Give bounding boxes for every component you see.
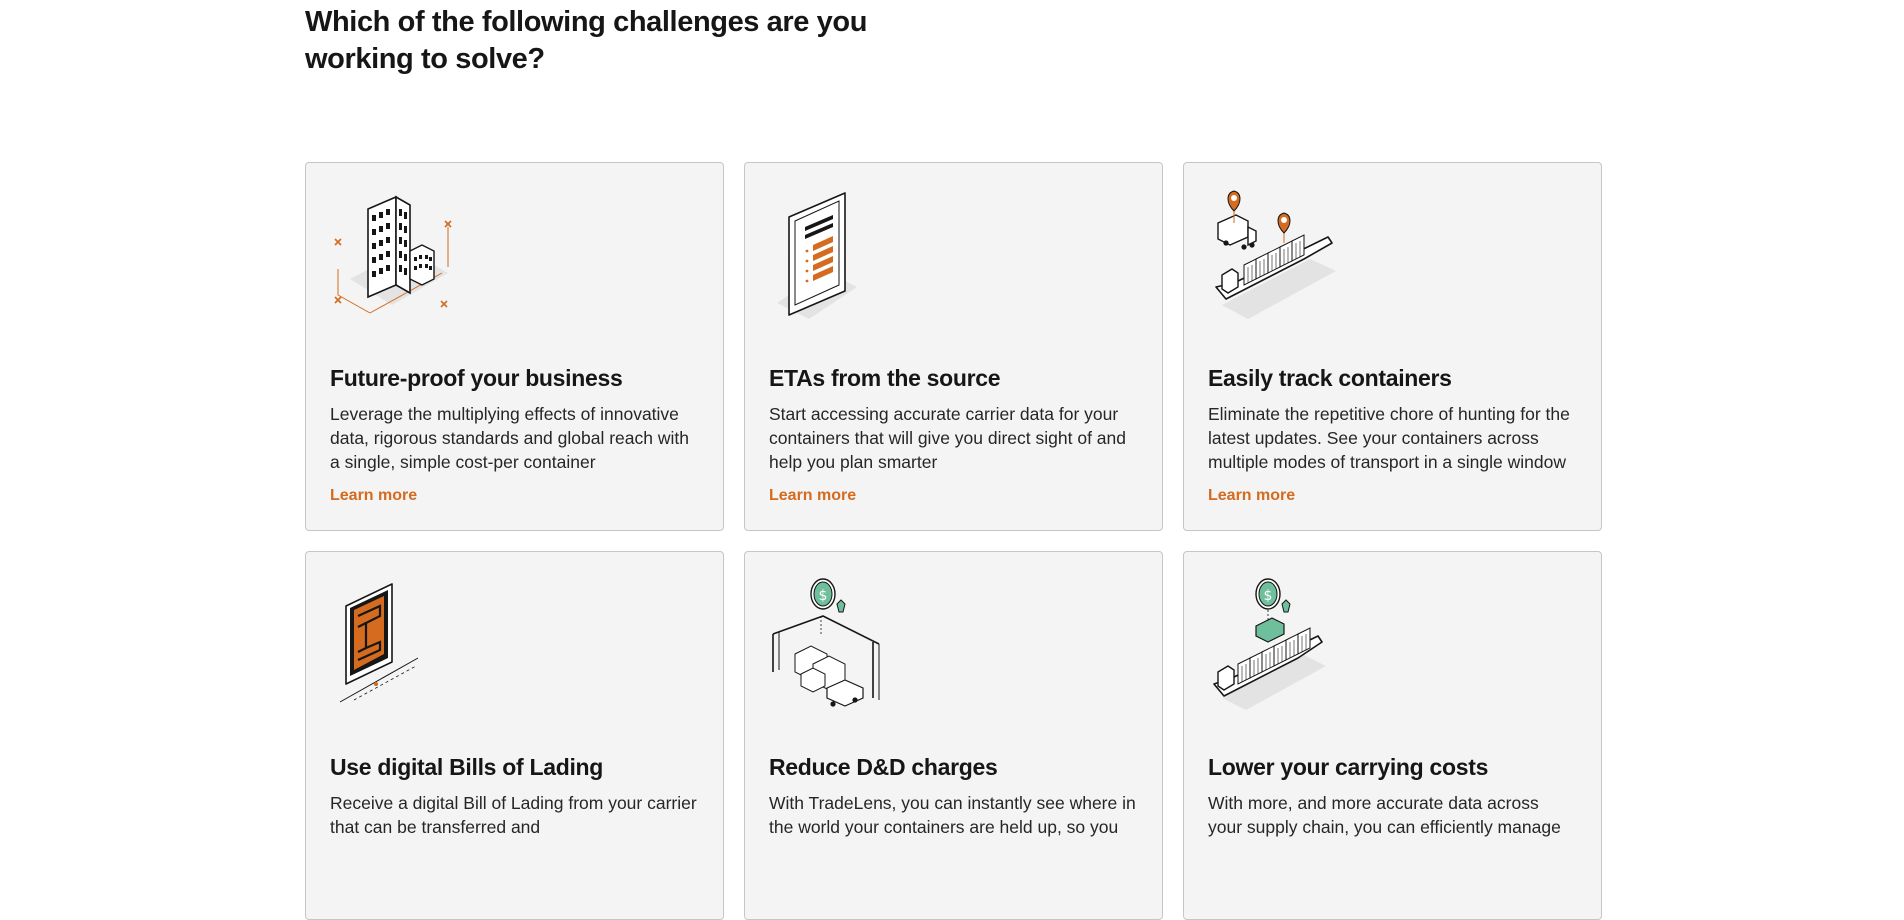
ship-coin-icon: $ bbox=[1213, 578, 1326, 710]
learn-more-link[interactable]: Learn more bbox=[769, 485, 856, 507]
card-description: Eliminate the repetitive chore of huntin… bbox=[1208, 404, 1570, 472]
svg-text:$: $ bbox=[819, 588, 828, 604]
card-description: Receive a digital Bill of Lading from yo… bbox=[330, 793, 697, 837]
challenge-card-carrying-costs[interactable]: $ Lower your carrying costs With more, a… bbox=[1183, 551, 1602, 920]
card-description: Leverage the multiplying effects of inno… bbox=[330, 404, 689, 472]
card-title: ETAs from the source bbox=[769, 365, 1001, 391]
card-title: Lower your carrying costs bbox=[1208, 754, 1489, 780]
ship-truck-location-icon bbox=[1215, 190, 1336, 319]
challenge-card-future-proof[interactable]: Future-proof your business Leverage the … bbox=[305, 162, 724, 531]
tablet-document-icon bbox=[777, 192, 857, 319]
learn-more-link[interactable]: Learn more bbox=[1208, 485, 1295, 507]
card-description: Start accessing accurate carrier data fo… bbox=[769, 404, 1126, 472]
port-crane-coin-icon: $ bbox=[772, 578, 880, 707]
challenge-card-track-containers[interactable]: Easily track containers Eliminate the re… bbox=[1183, 162, 1602, 531]
challenge-card-bills-of-lading[interactable]: Use digital Bills of Lading Receive a di… bbox=[305, 551, 724, 920]
card-description: With TradeLens, you can instantly see wh… bbox=[769, 793, 1136, 837]
digital-document-icon bbox=[339, 583, 419, 703]
challenge-card-grid: Future-proof your business Leverage the … bbox=[305, 162, 1602, 920]
svg-text:$: $ bbox=[1264, 588, 1273, 604]
card-description: With more, and more accurate data across… bbox=[1208, 793, 1561, 837]
card-title: Reduce D&D charges bbox=[769, 754, 998, 780]
office-building-icon bbox=[334, 195, 452, 314]
challenge-card-reduce-dd-charges[interactable]: $ Reduce D&D charges With TradeLens, you… bbox=[744, 551, 1163, 920]
learn-more-link[interactable]: Learn more bbox=[330, 485, 417, 507]
card-title: Future-proof your business bbox=[330, 365, 623, 391]
page-heading: Which of the following challenges are yo… bbox=[305, 6, 868, 75]
card-title: Easily track containers bbox=[1208, 365, 1452, 391]
challenge-card-etas[interactable]: ETAs from the source Start accessing acc… bbox=[744, 162, 1163, 531]
card-title: Use digital Bills of Lading bbox=[330, 754, 604, 780]
